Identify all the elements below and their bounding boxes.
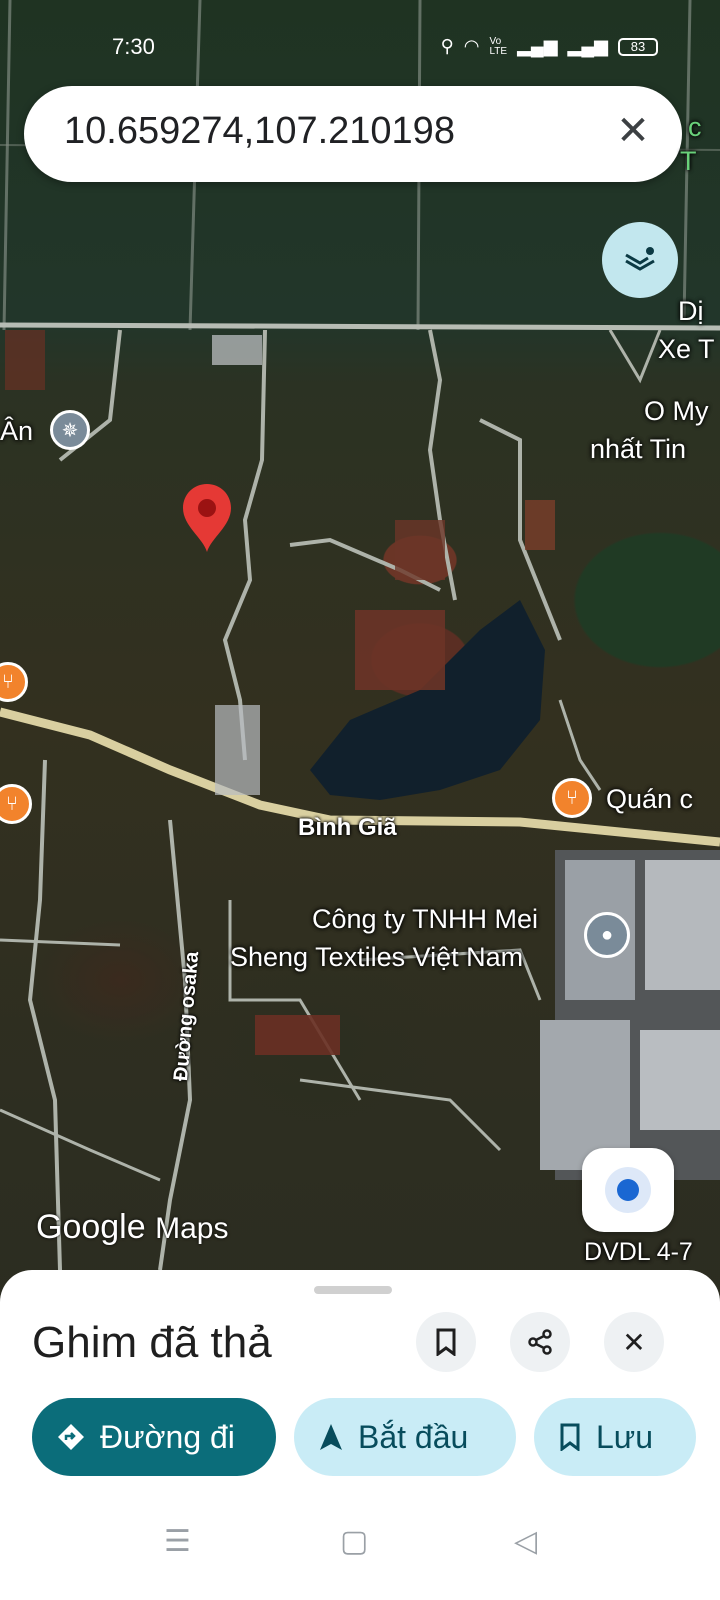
- directions-button[interactable]: Đường đi: [32, 1398, 276, 1476]
- map-label-company-line2: Sheng Textiles Việt Nam: [230, 942, 524, 972]
- maps-logo-text: Maps: [155, 1212, 229, 1245]
- poi-restaurant-icon[interactable]: ⑂: [552, 778, 592, 818]
- wifi-icon: ◠: [463, 36, 480, 56]
- road-label-binh-gia: Bình Giã: [298, 814, 397, 841]
- save-bookmark-icon: [560, 1423, 580, 1451]
- share-icon: [528, 1329, 552, 1355]
- my-location-icon: [617, 1179, 639, 1201]
- map-pin-icon: [183, 484, 231, 552]
- navigation-arrow-icon: [320, 1424, 342, 1450]
- search-bar[interactable]: 10.659274,107.210198 ✕: [24, 86, 682, 182]
- close-sheet-button[interactable]: ✕: [604, 1312, 664, 1372]
- status-time: 7:30: [112, 34, 155, 59]
- google-logo-text: Google: [36, 1208, 146, 1246]
- start-button[interactable]: Bắt đầu: [294, 1398, 516, 1476]
- map-label-dvdl: DVDL 4-7: [584, 1238, 693, 1266]
- volte-icon: Vo LTE: [489, 35, 508, 57]
- battery-icon: 83: [618, 37, 658, 56]
- bookmark-icon: [436, 1328, 456, 1356]
- system-navigation-bar: ☰ ▢ ◁: [0, 1490, 720, 1600]
- my-location-button[interactable]: [582, 1148, 674, 1232]
- map-label-nhat-tin: nhất Tin: [590, 434, 687, 464]
- google-maps-logo: Google Maps: [36, 1208, 228, 1247]
- signal-icon-1: ▂▄▆: [517, 36, 558, 56]
- dropped-pin[interactable]: [181, 482, 233, 559]
- layers-icon: [625, 247, 655, 271]
- poi-company-icon[interactable]: ●: [584, 912, 630, 958]
- sheet-drag-handle[interactable]: [314, 1286, 392, 1294]
- map-label-o-my: O My: [644, 396, 709, 426]
- battery-level: 83: [630, 39, 646, 54]
- directions-label: Đường đi: [100, 1418, 235, 1455]
- map-label-an: Ân: [0, 416, 34, 446]
- directions-icon: [58, 1424, 84, 1450]
- status-icons: ⚲ ◠ Vo LTE ▂▄▆ ▂▄▆ 83: [441, 36, 658, 57]
- location-status-icon: ⚲: [440, 36, 454, 56]
- save-button[interactable]: Lưu: [534, 1398, 696, 1476]
- map-label-top-c: c: [688, 112, 702, 142]
- share-button[interactable]: [510, 1312, 570, 1372]
- back-nav-icon[interactable]: ◁: [514, 1524, 537, 1559]
- search-input[interactable]: 10.659274,107.210198: [64, 110, 455, 153]
- map-label-company-line1: Công ty TNHH Mei: [312, 904, 539, 934]
- start-label: Bắt đầu: [358, 1418, 469, 1455]
- recents-nav-icon[interactable]: ☰: [164, 1524, 191, 1559]
- bookmark-button[interactable]: [416, 1312, 476, 1372]
- map-label-quan: Quán c: [606, 784, 694, 814]
- signal-icon-2: ▂▄▆: [567, 36, 608, 56]
- poi-temple-icon[interactable]: ✵: [50, 410, 90, 450]
- sheet-title: Ghim đã thả: [32, 1318, 272, 1367]
- status-bar: 7:30 ⚲ ◠ Vo LTE ▂▄▆ ▂▄▆ 83: [0, 0, 720, 90]
- clear-search-icon[interactable]: ✕: [610, 108, 656, 154]
- map-label-di: Dị: [678, 296, 704, 326]
- close-icon: ✕: [622, 1326, 646, 1358]
- save-label: Lưu: [596, 1418, 654, 1455]
- map-label-top-t: T: [680, 146, 697, 176]
- layers-button[interactable]: [602, 222, 678, 298]
- home-nav-icon[interactable]: ▢: [340, 1524, 368, 1559]
- map-label-xe: Xe T: [658, 334, 715, 364]
